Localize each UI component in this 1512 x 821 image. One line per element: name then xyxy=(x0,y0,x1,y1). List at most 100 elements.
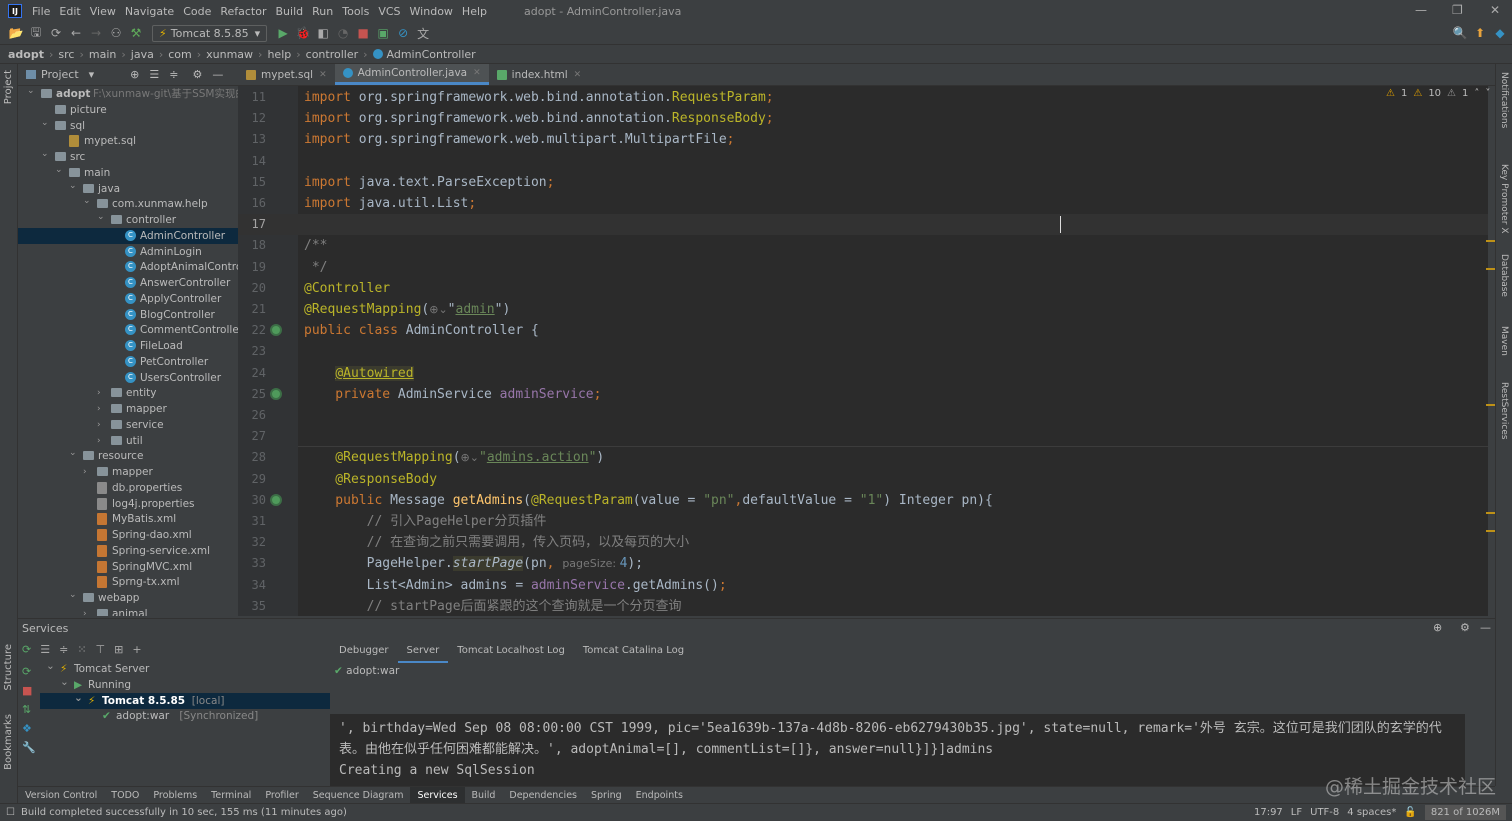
menu-edit[interactable]: Edit xyxy=(59,5,80,18)
chevron-down-icon[interactable]: ⌄ xyxy=(69,178,77,194)
database-button[interactable]: Database xyxy=(1499,254,1509,297)
breadcrumb-item[interactable]: main xyxy=(89,48,116,61)
locate-icon[interactable]: ⊕ xyxy=(1433,621,1442,634)
tab-index-html[interactable]: index.html ✕ xyxy=(489,64,590,85)
menu-vcs[interactable]: VCS xyxy=(378,5,400,18)
tree-item[interactable]: › entity xyxy=(18,385,238,401)
menu-window[interactable]: Window xyxy=(410,5,453,18)
stop-icon[interactable]: ■ xyxy=(22,684,36,697)
chevron-right-icon[interactable]: › xyxy=(97,417,101,433)
chevron-down-icon[interactable]: ⌄ xyxy=(69,587,77,603)
tree-item[interactable]: ⌄ adoptF:\xunmaw-git\基于SSM实现的流浪 xyxy=(18,86,238,102)
chevron-down-icon[interactable]: ⌄ xyxy=(41,115,49,131)
tree-item[interactable]: SpringMVC.xml xyxy=(18,559,238,575)
debug-icon[interactable]: 🐞 xyxy=(293,26,313,40)
breadcrumb-item[interactable]: src xyxy=(58,48,74,61)
tree-item[interactable]: C ApplyController xyxy=(18,291,238,307)
tab-admincontroller-java[interactable]: AdminController.java ✕ xyxy=(334,64,489,85)
tree-item[interactable]: C UsersController xyxy=(18,370,238,386)
chevron-down-icon[interactable]: ⌄ xyxy=(27,86,35,99)
spring-bean-icon[interactable] xyxy=(270,324,282,337)
tree-item[interactable]: C AdoptAnimalControlle xyxy=(18,259,238,275)
bookmarks-tool-button[interactable]: Bookmarks xyxy=(3,714,14,770)
new-tab-icon[interactable]: ⊞ xyxy=(114,643,123,656)
service-item[interactable]: ⌄ ▶ Running xyxy=(40,676,330,693)
spring-bean-icon[interactable] xyxy=(270,387,282,400)
menu-run[interactable]: Run xyxy=(312,5,333,18)
line-separator[interactable]: LF xyxy=(1291,807,1302,818)
code-editor[interactable]: import org.springframework.web.bind.anno… xyxy=(298,86,1488,616)
collapse-all-icon[interactable]: ≑ xyxy=(169,68,178,81)
next-highlight-icon[interactable]: ˅ xyxy=(1485,88,1490,99)
build-hammer-icon[interactable]: ⚒ xyxy=(126,26,146,40)
tree-item[interactable]: ⌄ src xyxy=(18,149,238,165)
notifications-button[interactable]: Notifications xyxy=(1499,72,1509,128)
tree-item[interactable]: › service xyxy=(18,417,238,433)
artifact-icon[interactable]: ❖ xyxy=(22,722,36,735)
tool-tab-services[interactable]: Services xyxy=(410,786,465,804)
tree-item[interactable]: ⌄ java xyxy=(18,181,238,197)
chevron-right-icon[interactable]: › xyxy=(83,464,87,480)
tree-item[interactable]: ⌄ webapp xyxy=(18,590,238,606)
restservices-button[interactable]: RestServices xyxy=(1499,382,1509,440)
prev-highlight-icon[interactable]: ˄ xyxy=(1474,88,1479,99)
save-icon[interactable]: 🖫 xyxy=(26,23,46,44)
tool-tab-profiler[interactable]: Profiler xyxy=(258,787,305,804)
tree-item[interactable]: ⌄ main xyxy=(18,165,238,181)
inspection-widget[interactable]: ⚠ 1 ⚠ 10 ⚠ 1 ˄ ˅ xyxy=(1386,88,1490,99)
tree-item[interactable]: mypet.sql xyxy=(18,133,238,149)
menu-build[interactable]: Build xyxy=(276,5,304,18)
expand-all-icon[interactable]: ☰ xyxy=(40,643,50,656)
menu-file[interactable]: File xyxy=(32,5,50,18)
breadcrumb-item[interactable]: com xyxy=(168,48,192,61)
tree-item[interactable]: picture xyxy=(18,102,238,118)
hide-icon[interactable]: — xyxy=(212,68,223,81)
tree-item[interactable]: › mapper xyxy=(18,464,238,480)
chevron-right-icon[interactable]: › xyxy=(97,433,101,449)
tree-item[interactable]: ⌄ sql xyxy=(18,118,238,134)
deploy-icon[interactable]: ⇅ xyxy=(22,703,36,716)
structure-tool-button[interactable]: Structure xyxy=(3,644,14,691)
chevron-down-icon[interactable]: ⌄ xyxy=(74,690,83,706)
chevron-down-icon[interactable]: ⌄ xyxy=(83,193,91,209)
menu-navigate[interactable]: Navigate xyxy=(125,5,174,18)
wrench-icon[interactable]: 🔧 xyxy=(22,741,36,754)
services-tab[interactable]: Tomcat Catalina Log xyxy=(574,641,693,663)
file-encoding[interactable]: UTF-8 xyxy=(1310,807,1339,818)
monitor-icon[interactable]: ▣ xyxy=(373,26,393,40)
breadcrumb-item[interactable]: xunmaw xyxy=(206,48,253,61)
tool-tab-problems[interactable]: Problems xyxy=(146,787,204,804)
disable-icon[interactable]: ⊘ xyxy=(393,26,413,40)
gear-icon[interactable]: ⚙ xyxy=(1460,621,1470,634)
console-output[interactable]: ', birthday=Wed Sep 08 08:00:00 CST 1999… xyxy=(330,714,1465,787)
chevron-down-icon[interactable]: ⌄ xyxy=(55,162,63,178)
run-icon[interactable]: ▶ xyxy=(273,26,293,40)
tool-tab-terminal[interactable]: Terminal xyxy=(204,787,258,804)
close-button[interactable]: ✕ xyxy=(1490,3,1500,17)
tree-item[interactable]: C BlogController xyxy=(18,307,238,323)
breadcrumb-item[interactable]: controller xyxy=(306,48,358,61)
tab-mypet-sql[interactable]: mypet.sql ✕ xyxy=(238,64,335,85)
chevron-down-icon[interactable]: ⌄ xyxy=(69,445,77,461)
tree-item[interactable]: Spring-dao.xml xyxy=(18,527,238,543)
service-item[interactable]: ✔ adopt:war [Synchronized] xyxy=(40,708,330,724)
tool-tab-spring[interactable]: Spring xyxy=(584,787,629,804)
tree-item[interactable]: › mapper xyxy=(18,401,238,417)
coverage-icon[interactable]: ◧ xyxy=(313,26,333,40)
refresh-icon[interactable]: ⟳ xyxy=(22,643,31,656)
project-view-dropdown[interactable]: Project xyxy=(41,68,79,81)
breadcrumb-item[interactable]: AdminController xyxy=(387,48,476,61)
forward-icon[interactable]: → xyxy=(86,26,106,40)
locate-icon[interactable]: ⊕ xyxy=(130,68,139,81)
maximize-button[interactable]: ❐ xyxy=(1452,3,1463,17)
tree-item[interactable]: MyBatis.xml xyxy=(18,511,238,527)
group-icon[interactable]: ⁙ xyxy=(77,643,86,656)
hide-icon[interactable]: — xyxy=(1480,621,1491,634)
menu-view[interactable]: View xyxy=(90,5,116,18)
collapse-all-icon[interactable]: ≑ xyxy=(59,643,68,656)
back-icon[interactable]: ← xyxy=(66,26,86,40)
tree-item[interactable]: C CommentController xyxy=(18,322,238,338)
chevron-right-icon[interactable]: › xyxy=(97,385,101,401)
tool-tab-dependencies[interactable]: Dependencies xyxy=(502,787,584,804)
profile-icon[interactable]: ◔ xyxy=(333,26,353,40)
